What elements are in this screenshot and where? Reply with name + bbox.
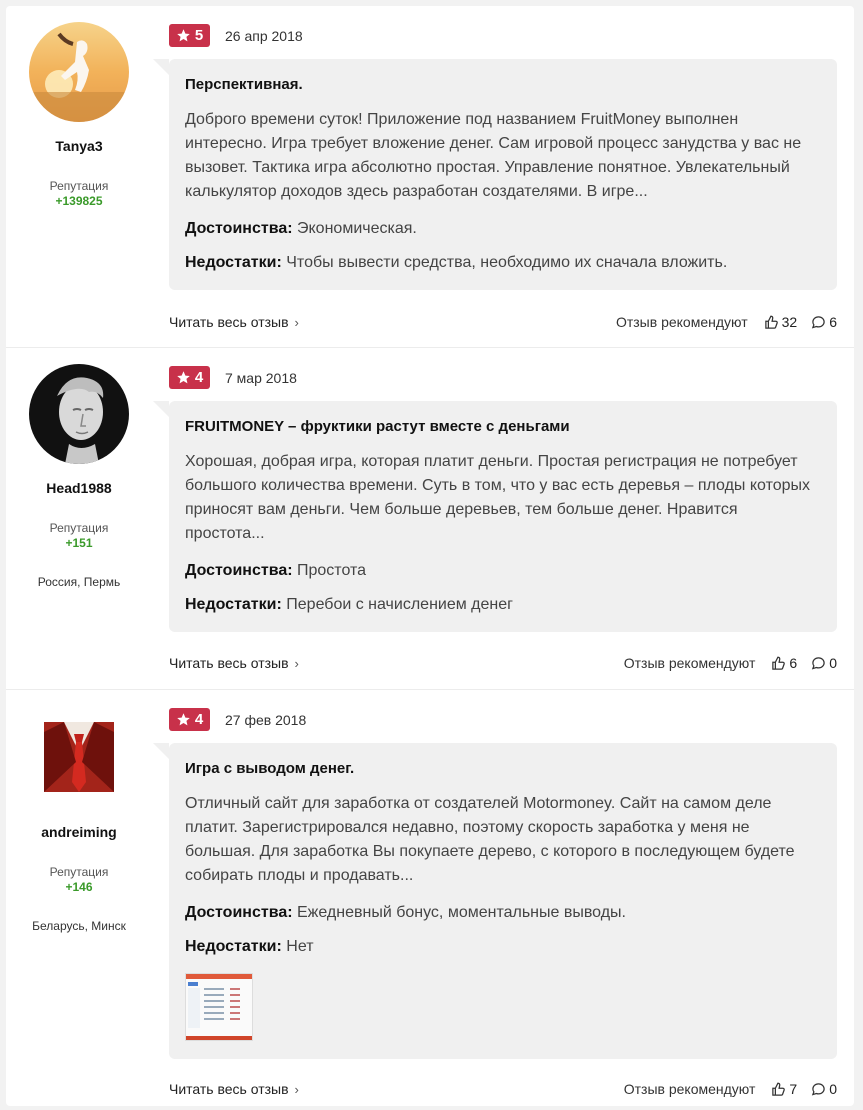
review-pros: Достоинства: Экономическая. <box>185 220 821 238</box>
review-footer: Читать весь отзыв › Отзыв рекомендуют 6 0 <box>169 655 837 671</box>
reviews-list: Tanya3 Репутация +139825 5 26 апр 2018 П… <box>6 6 854 1106</box>
likes-count: 6 <box>789 655 798 671</box>
chevron-right-icon: › <box>294 314 299 330</box>
thumbs-up-icon <box>764 315 778 329</box>
read-more-link[interactable]: Читать весь отзыв › <box>169 1081 299 1097</box>
pros-label: Достоинства: <box>185 904 293 921</box>
comments-button[interactable]: 0 <box>811 655 837 671</box>
review-body: Игра с выводом денег. Отличный сайт для … <box>153 743 837 1059</box>
comments-button[interactable]: 0 <box>811 1081 837 1097</box>
reputation-value: +139825 <box>55 194 103 208</box>
comments-button[interactable]: 6 <box>811 314 837 330</box>
review-header: 4 7 мар 2018 <box>169 366 297 389</box>
recommend-label: Отзыв рекомендуют <box>623 1081 756 1097</box>
thumbs-up-icon <box>772 1082 786 1096</box>
speech-bubble-icon <box>812 656 825 669</box>
cons-label: Недостатки: <box>185 254 282 271</box>
comments-count: 0 <box>829 1081 837 1097</box>
thumbs-up-icon <box>772 656 786 670</box>
review-text: Доброго времени суток! Приложение под на… <box>185 111 802 200</box>
avatar[interactable] <box>29 364 129 464</box>
read-more-label: Читать весь отзыв <box>169 655 289 671</box>
read-more-link[interactable]: Читать весь отзыв › <box>169 314 299 330</box>
star-icon <box>177 713 190 726</box>
review-date: 27 фев 2018 <box>225 711 307 728</box>
reputation-label: Репутация <box>49 521 109 535</box>
pros-text: Простота <box>297 562 367 579</box>
avatar[interactable] <box>44 722 114 792</box>
review-body: FRUITMONEY – фруктики растут вместе с де… <box>153 401 837 632</box>
rating-badge: 5 <box>169 24 210 47</box>
likes-count: 7 <box>789 1081 798 1097</box>
review-date: 7 мар 2018 <box>225 369 297 386</box>
author-name[interactable]: Tanya3 <box>6 138 152 154</box>
recommend-label: Отзыв рекомендуют <box>615 314 748 330</box>
attached-screenshot-thumbnail[interactable] <box>185 973 253 1041</box>
review-author: Tanya3 Репутация +139825 <box>6 6 152 208</box>
rating-value: 5 <box>194 27 204 44</box>
likes-button[interactable]: 32 <box>764 314 798 330</box>
cons-label: Недостатки: <box>185 938 282 955</box>
speech-bubble-icon <box>812 1082 825 1095</box>
review-title[interactable]: Игра с выводом денег. <box>185 760 821 777</box>
review-cons: Недостатки: Перебои с начислением денег <box>185 596 821 614</box>
review-pros: Достоинства: Ежедневный бонус, моменталь… <box>185 904 821 922</box>
comments-count: 6 <box>829 314 837 330</box>
review-title[interactable]: FRUITMONEY – фруктики растут вместе с де… <box>185 418 821 435</box>
cons-label: Недостатки: <box>185 596 282 613</box>
read-more-label: Читать весь отзыв <box>169 1081 289 1097</box>
author-name[interactable]: Head1988 <box>6 480 152 496</box>
avatar[interactable] <box>29 22 129 122</box>
review-header: 4 27 фев 2018 <box>169 708 306 731</box>
pros-label: Достоинства: <box>185 220 293 237</box>
comments-count: 0 <box>829 655 837 671</box>
reputation-label: Репутация <box>49 865 109 879</box>
reputation-value: +151 <box>65 536 93 550</box>
read-more-label: Читать весь отзыв <box>169 314 289 330</box>
review-card: Head1988 Репутация +151 Россия, Пермь 4 … <box>6 348 854 690</box>
review-text: Отличный сайт для заработка от создателе… <box>185 795 795 884</box>
rating-badge: 4 <box>169 708 210 731</box>
recommend-label: Отзыв рекомендуют <box>623 655 756 671</box>
pros-text: Экономическая. <box>297 220 417 237</box>
review-author: Head1988 Репутация +151 Россия, Пермь <box>6 348 152 589</box>
review-footer: Читать весь отзыв › Отзыв рекомендуют 7 0 <box>169 1081 837 1097</box>
star-icon <box>177 371 190 384</box>
chevron-right-icon: › <box>294 1081 299 1097</box>
review-text: Хорошая, добрая игра, которая платит ден… <box>185 453 811 542</box>
author-location: Россия, Пермь <box>37 575 121 589</box>
review-title[interactable]: Перспективная. <box>185 76 821 93</box>
cons-text: Перебои с начислением денег <box>286 596 513 613</box>
review-card: andreiming Репутация +146 Беларусь, Минс… <box>6 690 854 1110</box>
pros-label: Достоинства: <box>185 562 293 579</box>
rating-value: 4 <box>194 711 204 728</box>
review-author: andreiming Репутация +146 Беларусь, Минс… <box>6 690 152 933</box>
likes-count: 32 <box>781 314 798 330</box>
review-header: 5 26 апр 2018 <box>169 24 303 47</box>
star-icon <box>177 29 190 42</box>
review-card: Tanya3 Репутация +139825 5 26 апр 2018 П… <box>6 6 854 348</box>
likes-button[interactable]: 7 <box>771 1081 797 1097</box>
author-name[interactable]: andreiming <box>6 824 152 840</box>
author-location: Беларусь, Минск <box>32 919 126 933</box>
review-cons: Недостатки: Нет <box>185 938 821 956</box>
cons-text: Чтобы вывести средства, необходимо их сн… <box>286 254 728 271</box>
review-cons: Недостатки: Чтобы вывести средства, необ… <box>185 254 821 272</box>
reputation-value: +146 <box>65 880 93 894</box>
likes-button[interactable]: 6 <box>771 655 797 671</box>
review-footer: Читать весь отзыв › Отзыв рекомендуют 32 … <box>169 314 837 330</box>
review-pros: Достоинства: Простота <box>185 562 821 580</box>
review-body: Перспективная. Доброго времени суток! Пр… <box>153 59 837 290</box>
cons-text: Нет <box>286 938 314 955</box>
rating-value: 4 <box>194 369 204 386</box>
review-date: 26 апр 2018 <box>225 27 303 44</box>
pros-text: Ежедневный бонус, моментальные выводы. <box>297 904 626 921</box>
read-more-link[interactable]: Читать весь отзыв › <box>169 655 299 671</box>
rating-badge: 4 <box>169 366 210 389</box>
reputation-label: Репутация <box>49 179 109 193</box>
chevron-right-icon: › <box>294 655 299 671</box>
speech-bubble-icon <box>812 315 825 328</box>
